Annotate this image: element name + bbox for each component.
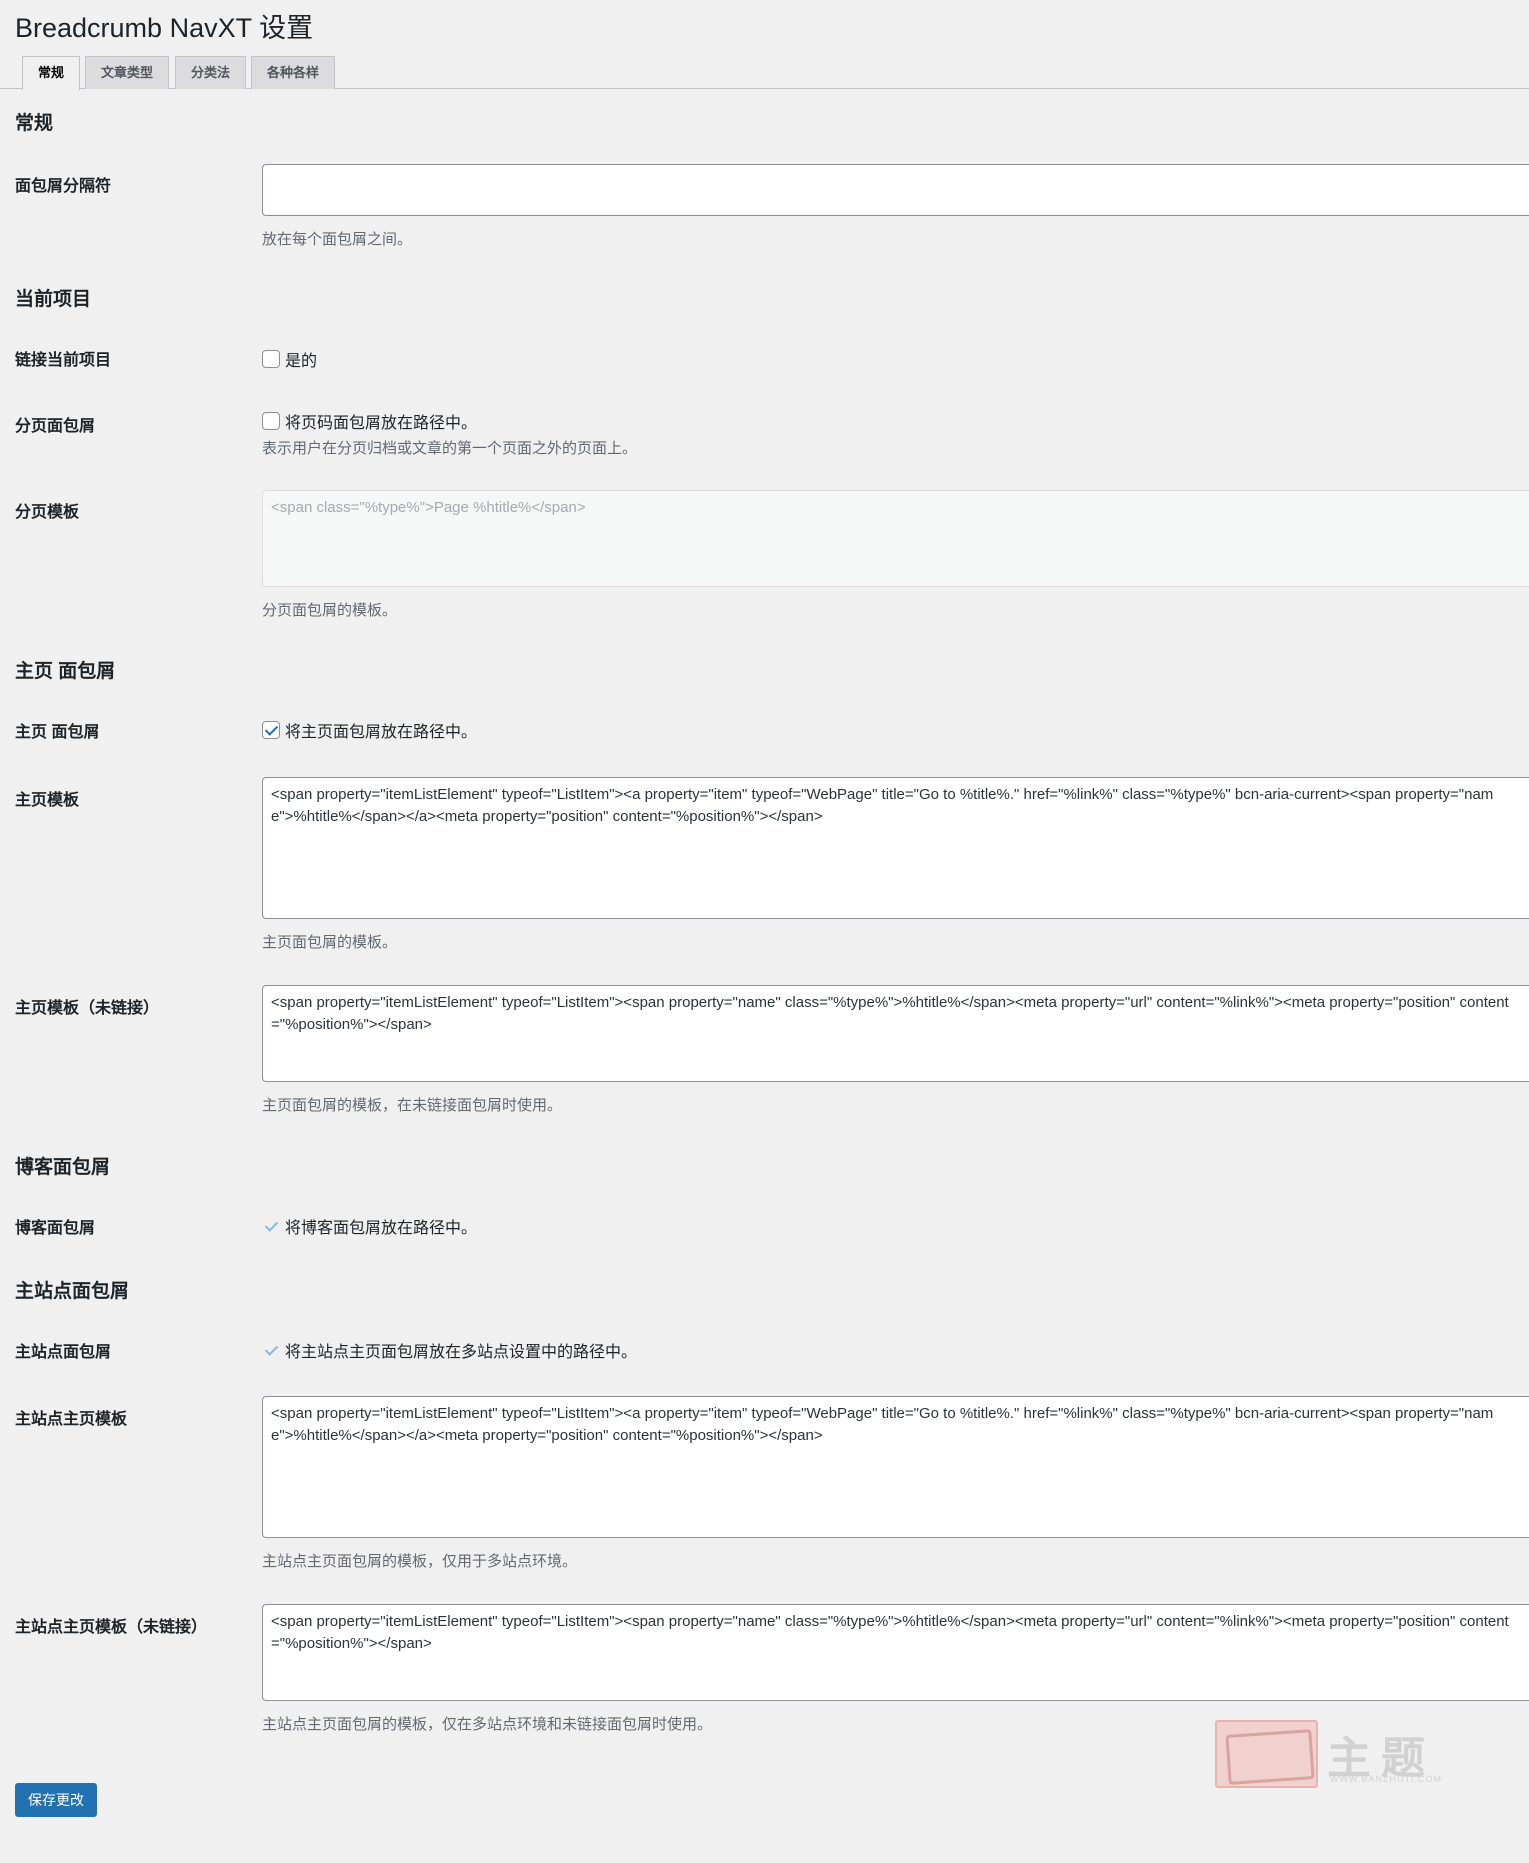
- link-current-option: 是的: [262, 347, 317, 371]
- section-general-title: 常规: [15, 113, 54, 134]
- blog-display-checkbox-label: 将博客面包屑放在路径中。: [285, 1220, 478, 1237]
- blog-display-option: 将博客面包屑放在路径中。: [262, 1214, 477, 1238]
- link-current-checkbox[interactable]: [262, 350, 280, 368]
- link-current-label: 链接当前项目: [15, 352, 112, 369]
- home-display-label: 主页 面包屑: [15, 724, 100, 741]
- separator-input[interactable]: [262, 164, 1529, 216]
- separator-description: 放在每个面包屑之间。: [262, 231, 413, 248]
- watermark-logo: 主题 WWW.BANZHUTI.COM: [1215, 1720, 1445, 1788]
- home-template-unlinked-textarea[interactable]: <span property="itemListElement" typeof=…: [262, 985, 1529, 1082]
- paged-checkbox-label: 将页码面包屑放在路径中。: [285, 415, 478, 432]
- section-home-title: 主页 面包屑: [15, 661, 116, 682]
- home-template-textarea[interactable]: <span property="itemListElement" typeof=…: [262, 777, 1529, 919]
- page-title: Breadcrumb NavXT 设置: [15, 13, 314, 43]
- settings-page: Breadcrumb NavXT 设置 常规 文章类型 分类法 各种各样 常规 …: [0, 0, 1529, 1863]
- home-template-unlinked-label: 主页模板（未链接）: [15, 1000, 160, 1017]
- paged-template-description: 分页面包屑的模板。: [262, 602, 398, 619]
- mainsite-template-unlinked-label: 主站点主页模板（未链接）: [15, 1619, 208, 1636]
- mainsite-template-unlinked-description: 主站点主页面包屑的模板，仅在多站点环境和未链接面包屑时使用。: [262, 1716, 713, 1733]
- mainsite-template-label: 主站点主页模板: [15, 1411, 128, 1428]
- paged-template-label: 分页模板: [15, 504, 80, 521]
- home-template-description: 主页面包屑的模板。: [262, 934, 398, 951]
- home-display-option: 将主页面包屑放在路径中。: [262, 718, 477, 742]
- paged-description: 表示用户在分页归档或文章的第一个页面之外的页面上。: [262, 440, 638, 457]
- blog-display-checkbox[interactable]: [262, 1217, 280, 1235]
- mainsite-display-label: 主站点面包屑: [15, 1344, 112, 1361]
- mainsite-template-unlinked-textarea[interactable]: <span property="itemListElement" typeof=…: [262, 1604, 1529, 1701]
- section-mainsite-title: 主站点面包屑: [15, 1281, 130, 1302]
- home-display-checkbox[interactable]: [262, 721, 280, 739]
- paged-option: 将页码面包屑放在路径中。: [262, 409, 477, 433]
- mainsite-display-checkbox[interactable]: [262, 1341, 280, 1359]
- home-display-checkbox-label: 将主页面包屑放在路径中。: [285, 724, 478, 741]
- settings-tabs: 常规 文章类型 分类法 各种各样: [0, 56, 1529, 90]
- home-template-label: 主页模板: [15, 792, 80, 809]
- paged-template-textarea[interactable]: <span class="%type%">Page %htitle%</span…: [262, 490, 1529, 587]
- mainsite-template-textarea[interactable]: <span property="itemListElement" typeof=…: [262, 1396, 1529, 1538]
- seal-icon: [1215, 1720, 1318, 1788]
- paged-label: 分页面包屑: [15, 418, 96, 435]
- mainsite-display-checkbox-label: 将主站点主页面包屑放在多站点设置中的路径中。: [285, 1344, 638, 1361]
- paged-checkbox[interactable]: [262, 412, 280, 430]
- link-current-checkbox-label: 是的: [285, 353, 318, 370]
- tab-post-types[interactable]: 文章类型: [85, 56, 170, 89]
- watermark-sub: WWW.BANZHUTI.COM: [1330, 1774, 1442, 1784]
- mainsite-template-description: 主站点主页面包屑的模板，仅用于多站点环境。: [262, 1553, 578, 1570]
- mainsite-display-option: 将主站点主页面包屑放在多站点设置中的路径中。: [262, 1338, 637, 1362]
- save-changes-button[interactable]: 保存更改: [15, 1783, 97, 1817]
- blog-display-label: 博客面包屑: [15, 1220, 96, 1237]
- section-current-item-title: 当前项目: [15, 289, 92, 310]
- section-blog-title: 博客面包屑: [15, 1157, 111, 1178]
- tab-general[interactable]: 常规: [22, 56, 81, 90]
- tab-taxonomies[interactable]: 分类法: [175, 56, 247, 89]
- tab-miscellaneous[interactable]: 各种各样: [251, 56, 336, 89]
- separator-label: 面包屑分隔符: [15, 178, 112, 195]
- home-template-unlinked-description: 主页面包屑的模板，在未链接面包屑时使用。: [262, 1097, 563, 1114]
